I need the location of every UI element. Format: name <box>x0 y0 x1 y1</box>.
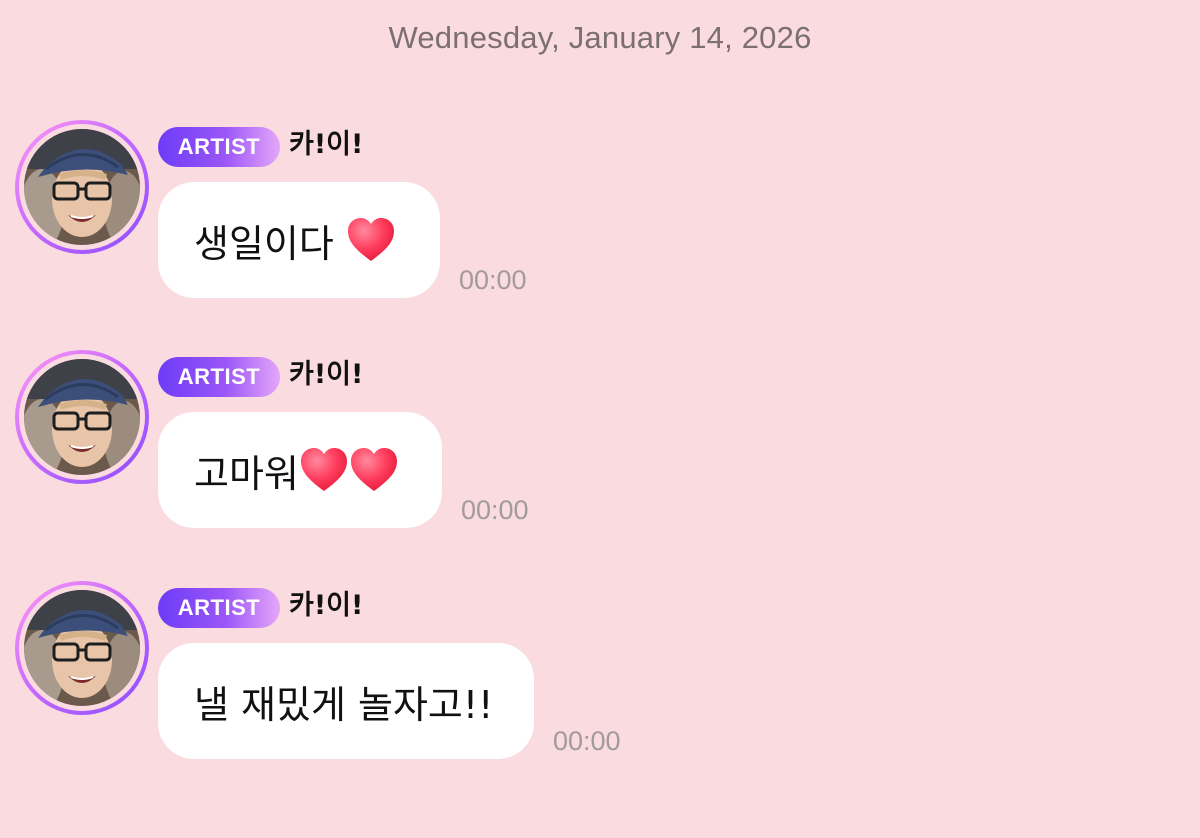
message-bubble[interactable]: 낼 재밌게 놀자고!! <box>158 643 534 759</box>
red-heart-icon <box>346 216 396 264</box>
message-bubble[interactable]: 생일이다 <box>158 182 440 298</box>
date-separator: Wednesday, January 14, 2026 <box>388 20 812 55</box>
artist-badge: ARTIST <box>158 588 280 628</box>
artist-badge: ARTIST <box>158 127 280 167</box>
sender-name[interactable]: 카!이! <box>289 355 363 395</box>
artist-badge: ARTIST <box>158 357 280 397</box>
chat-message: ARTIST 카!이! 고마워 00:00 <box>0 350 1200 540</box>
chat-message: ARTIST 카!이! 생일이다 00:00 <box>0 120 1200 310</box>
message-time: 00:00 <box>461 495 529 525</box>
sender-name[interactable]: 카!이! <box>289 586 363 626</box>
message-text: 고마워 <box>194 451 299 496</box>
red-heart-icon <box>349 446 399 494</box>
sender-name[interactable]: 카!이! <box>289 125 363 165</box>
chat-message: ARTIST 카!이! 낼 재밌게 놀자고!! 00:00 <box>0 581 1200 771</box>
red-heart-icon <box>299 446 349 494</box>
avatar[interactable] <box>15 581 149 715</box>
avatar-photo <box>24 359 140 475</box>
avatar[interactable] <box>15 120 149 254</box>
avatar-photo <box>24 590 140 706</box>
message-time: 00:00 <box>553 726 621 756</box>
message-time: 00:00 <box>459 265 527 295</box>
avatar-photo <box>24 129 140 245</box>
message-text: 낼 재밌게 놀자고!! <box>194 682 494 727</box>
message-text: 생일이다 <box>194 221 334 266</box>
avatar[interactable] <box>15 350 149 484</box>
message-bubble[interactable]: 고마워 <box>158 412 442 528</box>
